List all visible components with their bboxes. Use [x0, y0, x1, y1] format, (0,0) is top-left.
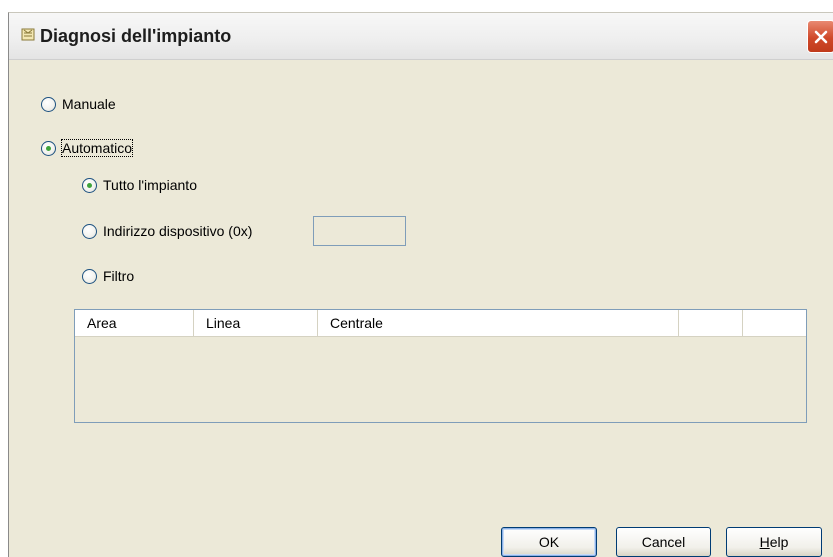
whole-system-radio[interactable]	[82, 177, 97, 193]
manual-label: Manuale	[62, 96, 116, 112]
automatic-option[interactable]: Automatico	[41, 139, 134, 157]
column-header-area[interactable]: Area	[75, 310, 194, 336]
column-header-centrale[interactable]: Centrale	[318, 310, 679, 336]
device-address-radio[interactable]	[82, 223, 97, 239]
cancel-button[interactable]: Cancel	[616, 527, 711, 557]
whole-system-option[interactable]: Tutto l'impianto	[82, 177, 197, 193]
whole-system-label: Tutto l'impianto	[103, 177, 197, 193]
automatic-label: Automatico	[60, 139, 134, 157]
device-address-label: Indirizzo dispositivo (0x)	[103, 223, 253, 239]
column-header-extra-1[interactable]	[679, 310, 743, 336]
close-button[interactable]	[807, 20, 833, 53]
ok-button[interactable]: OK	[501, 527, 597, 557]
column-header-extra-2[interactable]	[743, 310, 806, 336]
filter-label: Filtro	[103, 268, 135, 284]
manual-option[interactable]: Manuale	[41, 96, 116, 112]
help-button[interactable]: Help	[726, 527, 822, 557]
help-label-rest: elp	[769, 534, 789, 550]
close-icon	[814, 30, 828, 43]
filter-table[interactable]: Area Linea Centrale	[74, 309, 807, 423]
table-header: Area Linea Centrale	[75, 310, 806, 337]
device-address-input[interactable]	[313, 216, 406, 246]
filter-radio[interactable]	[82, 268, 97, 284]
manual-radio[interactable]	[41, 96, 56, 112]
title-bar[interactable]: Diagnosi dell'impianto	[9, 13, 833, 60]
column-header-linea[interactable]: Linea	[194, 310, 318, 336]
filter-option[interactable]: Filtro	[82, 268, 134, 284]
device-address-option[interactable]: Indirizzo dispositivo (0x)	[82, 223, 252, 239]
dialog-icon	[21, 28, 35, 41]
help-mnemonic: H	[759, 534, 770, 550]
window-title: Diagnosi dell'impianto	[40, 26, 232, 46]
dialog-window: Diagnosi dell'impianto Manuale Automatic…	[8, 12, 833, 557]
automatic-radio[interactable]	[41, 140, 56, 156]
